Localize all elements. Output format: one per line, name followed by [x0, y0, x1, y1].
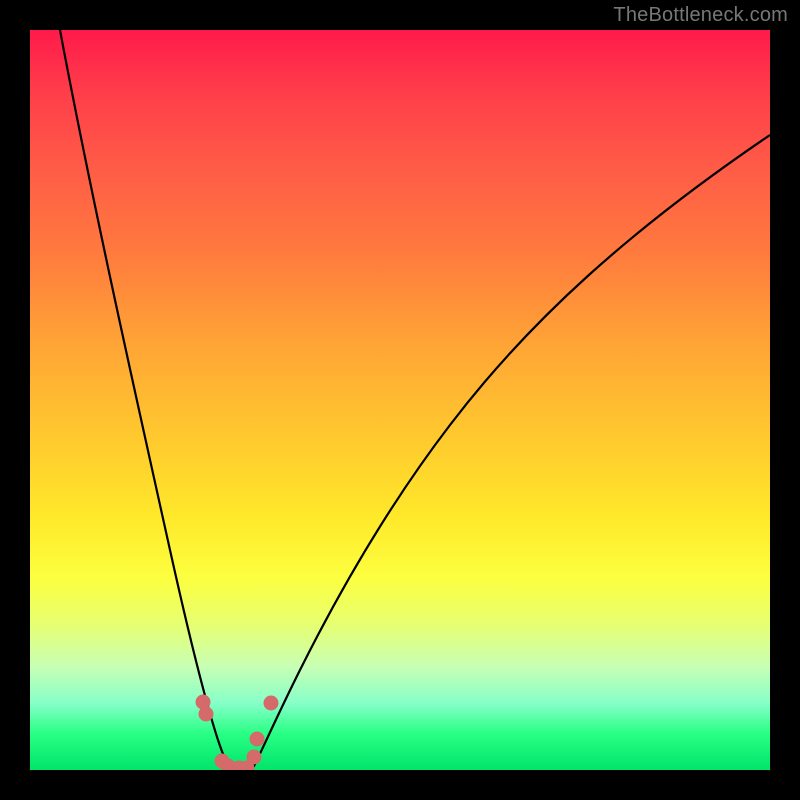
left-curve	[60, 30, 233, 770]
chart-svg	[30, 30, 770, 770]
watermark-text: TheBottleneck.com	[613, 4, 788, 27]
right-curve	[252, 135, 770, 770]
marker-dots	[196, 695, 278, 770]
